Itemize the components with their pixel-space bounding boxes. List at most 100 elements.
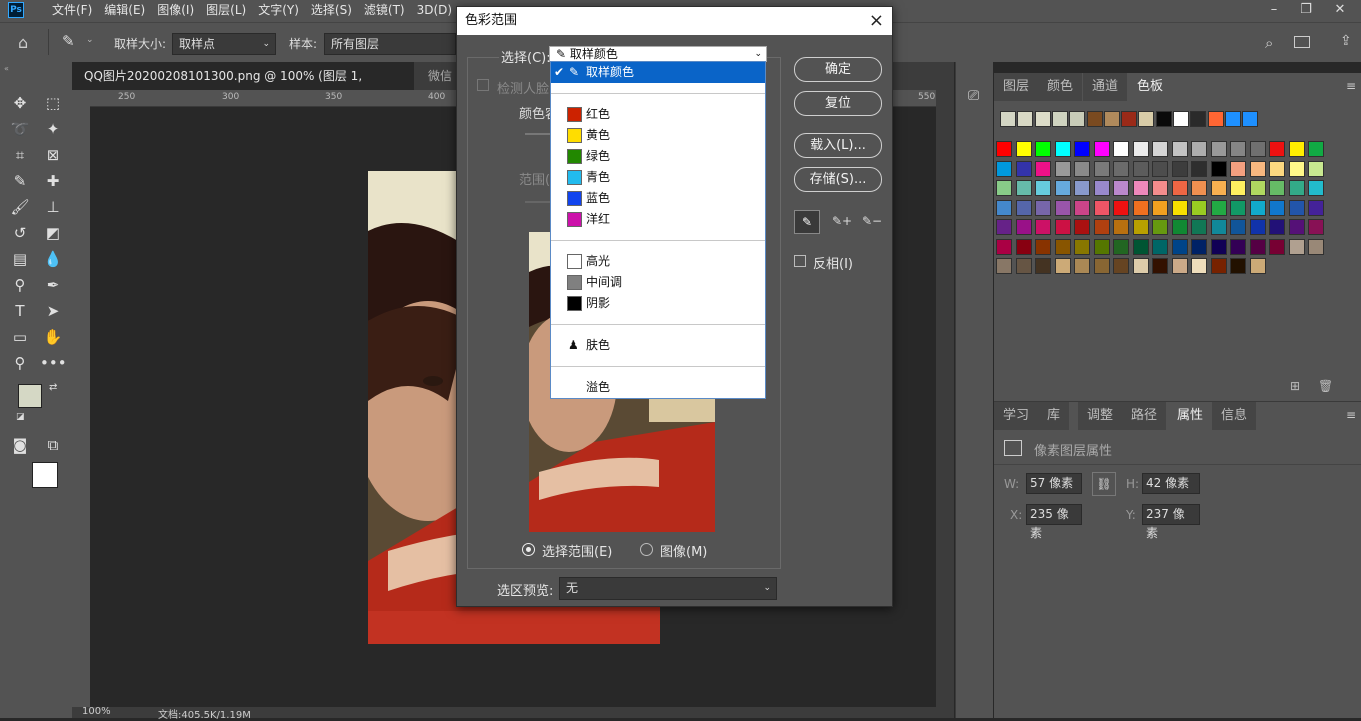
swatch[interactable] bbox=[1249, 180, 1266, 196]
window-close-icon[interactable]: ✕ bbox=[1324, 0, 1356, 22]
swatch[interactable] bbox=[1191, 219, 1207, 235]
workspace-icon[interactable] bbox=[1294, 36, 1310, 48]
swatch[interactable] bbox=[1171, 160, 1188, 177]
default-colors-icon[interactable]: ◪ bbox=[16, 412, 25, 422]
swatch[interactable] bbox=[1308, 199, 1324, 216]
swatch[interactable] bbox=[1269, 160, 1285, 177]
swatch[interactable] bbox=[1230, 180, 1246, 196]
swatch[interactable] bbox=[1093, 180, 1110, 196]
swatch[interactable] bbox=[1074, 258, 1090, 274]
swatch[interactable] bbox=[1015, 219, 1032, 235]
width-field[interactable]: 57 像素 bbox=[1026, 473, 1082, 494]
swatch[interactable] bbox=[1269, 141, 1285, 157]
swatch[interactable] bbox=[1249, 199, 1266, 216]
swatch[interactable] bbox=[1308, 141, 1324, 157]
menu-image[interactable]: 图像(I) bbox=[151, 2, 200, 19]
swatch[interactable] bbox=[1249, 238, 1266, 255]
panel-menu-icon[interactable]: ≡ bbox=[1346, 79, 1356, 93]
swatch[interactable] bbox=[1015, 258, 1032, 274]
range-slider[interactable] bbox=[525, 201, 551, 203]
swatch[interactable] bbox=[1269, 219, 1285, 235]
swatch[interactable] bbox=[1132, 180, 1149, 196]
swatch[interactable] bbox=[1093, 160, 1110, 177]
swatch[interactable] bbox=[1230, 258, 1246, 274]
link-icon[interactable]: ⛓ bbox=[1092, 472, 1116, 496]
screen-mode-icon[interactable]: ⧉ bbox=[40, 432, 66, 458]
swatch[interactable] bbox=[1308, 238, 1324, 255]
selection-preview-select[interactable]: 无 ⌄ bbox=[559, 577, 777, 600]
swatch[interactable] bbox=[1015, 141, 1032, 157]
swatch[interactable] bbox=[1113, 199, 1129, 216]
swatch[interactable] bbox=[1132, 258, 1149, 274]
swatch[interactable] bbox=[1191, 258, 1207, 274]
fuzziness-slider[interactable] bbox=[525, 133, 551, 135]
blur-tool-icon[interactable]: 💧 bbox=[40, 246, 66, 272]
swatch[interactable] bbox=[1152, 180, 1168, 196]
swatch[interactable] bbox=[1035, 141, 1051, 157]
swatch[interactable] bbox=[1191, 238, 1207, 255]
y-field[interactable]: 237 像素 bbox=[1142, 504, 1200, 540]
swatch[interactable] bbox=[1242, 111, 1259, 127]
marquee-tool-icon[interactable]: ⬚ bbox=[40, 90, 66, 116]
swatch[interactable] bbox=[1093, 199, 1110, 216]
swatch[interactable] bbox=[1054, 199, 1071, 216]
swatch[interactable] bbox=[1132, 199, 1149, 216]
swatch[interactable] bbox=[1113, 160, 1129, 177]
swatch[interactable] bbox=[1054, 258, 1071, 274]
swatch[interactable] bbox=[1069, 111, 1086, 127]
menu-select[interactable]: 选择(S) bbox=[305, 2, 358, 19]
swatch[interactable] bbox=[1230, 219, 1246, 235]
swatch[interactable] bbox=[1173, 111, 1189, 127]
load-button[interactable]: 载入(L)... bbox=[794, 133, 882, 158]
background-color-swatch[interactable] bbox=[32, 462, 58, 488]
dropdown-item-sampled-colors[interactable]: ✔ ✎ 取样颜色 bbox=[551, 62, 765, 83]
swatch[interactable] bbox=[1224, 111, 1241, 127]
swatch[interactable] bbox=[1308, 219, 1324, 235]
swatch[interactable] bbox=[1288, 180, 1305, 196]
ok-button[interactable]: 确定 bbox=[794, 57, 882, 82]
swatch[interactable] bbox=[1210, 180, 1227, 196]
menu-file[interactable]: 文件(F) bbox=[46, 2, 98, 19]
swatch[interactable] bbox=[1074, 199, 1090, 216]
quick-mask-icon[interactable]: ◙ bbox=[7, 432, 33, 458]
swatch[interactable] bbox=[1132, 141, 1149, 157]
dropdown-tone-item[interactable]: 高光 bbox=[551, 251, 765, 272]
swatch[interactable] bbox=[1288, 219, 1305, 235]
dropdown-color-item[interactable]: 红色 bbox=[551, 104, 765, 125]
history-brush-tool-icon[interactable]: ↺ bbox=[7, 220, 33, 246]
search-icon[interactable]: ⌕ bbox=[1265, 34, 1273, 52]
swatch[interactable] bbox=[1017, 111, 1034, 127]
swatch[interactable] bbox=[1249, 219, 1266, 235]
radio-image[interactable] bbox=[640, 543, 653, 556]
crop-tool-icon[interactable]: ⌗ bbox=[7, 142, 33, 168]
dropdown-item-skin[interactable]: ♟ 肤色 bbox=[551, 335, 765, 356]
move-tool-icon[interactable]: ✥ bbox=[7, 90, 33, 116]
tab-libraries[interactable]: 库 bbox=[1038, 402, 1070, 430]
swatch[interactable] bbox=[996, 141, 1012, 157]
history-icon[interactable]: ⎚ bbox=[968, 88, 979, 104]
swatch[interactable] bbox=[1093, 258, 1110, 274]
swatch[interactable] bbox=[1054, 238, 1071, 255]
swatch[interactable] bbox=[1207, 111, 1224, 127]
swatch[interactable] bbox=[1191, 141, 1207, 157]
swatch[interactable] bbox=[996, 238, 1012, 255]
menu-layer[interactable]: 图层(L) bbox=[200, 2, 252, 19]
vertical-scrollbar[interactable] bbox=[936, 90, 954, 718]
swatch[interactable] bbox=[1132, 160, 1149, 177]
swatch[interactable] bbox=[1171, 180, 1188, 196]
swatch[interactable] bbox=[1269, 180, 1285, 196]
swatch[interactable] bbox=[1051, 111, 1068, 127]
tab-channels[interactable]: 通道 bbox=[1083, 73, 1128, 101]
swatch[interactable] bbox=[1152, 160, 1168, 177]
swatch[interactable] bbox=[1113, 238, 1129, 255]
swatch[interactable] bbox=[1086, 111, 1103, 127]
swatch[interactable] bbox=[1269, 199, 1285, 216]
zoom-tool-icon[interactable]: ⚲ bbox=[7, 350, 33, 376]
restore-icon[interactable]: ❐ bbox=[1290, 0, 1322, 22]
swatch[interactable] bbox=[1035, 160, 1051, 177]
swatch[interactable] bbox=[1113, 180, 1129, 196]
swatch[interactable] bbox=[996, 199, 1012, 216]
tab-color[interactable]: 颜色 bbox=[1038, 73, 1083, 101]
magic-wand-tool-icon[interactable]: ✦ bbox=[40, 116, 66, 142]
eyedropper-subtract-icon[interactable]: ✎− bbox=[859, 210, 885, 234]
